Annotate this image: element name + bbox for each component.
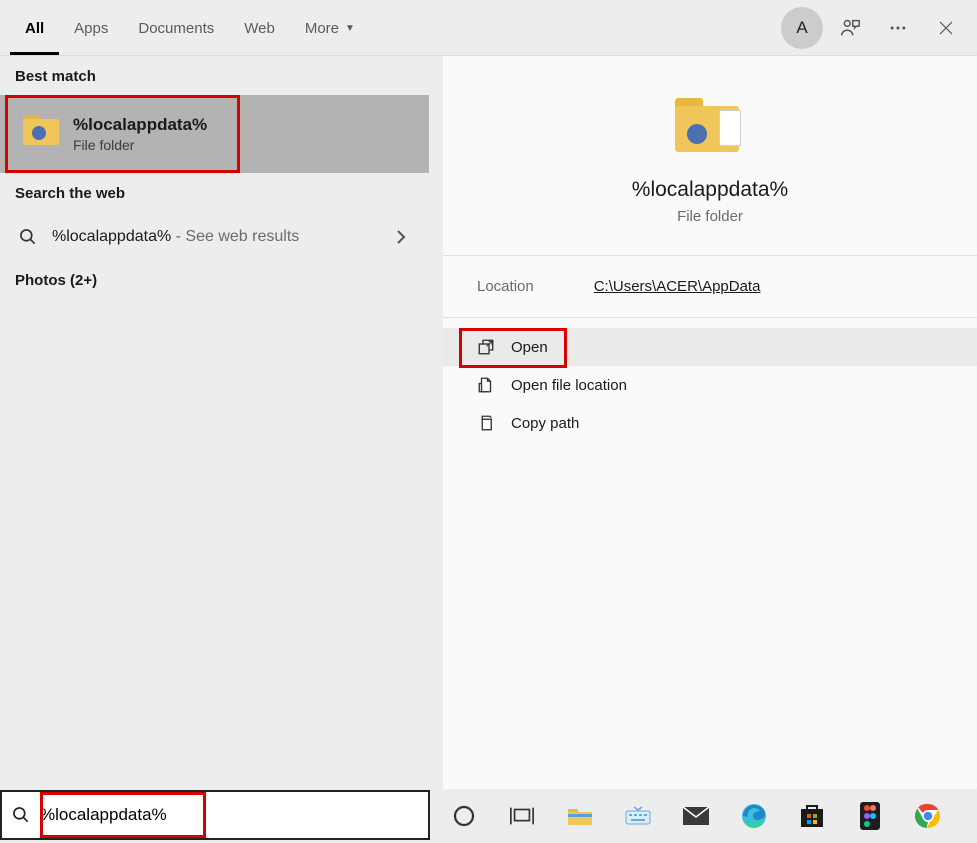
web-result-text: %localappdata% - See web results [52, 228, 299, 246]
folder-open-icon [477, 376, 495, 394]
taskbar [0, 789, 977, 843]
main: Best match %localappdata% File folder Se… [0, 56, 977, 789]
tabs: All Apps Documents Web More ▼ [10, 0, 370, 55]
location-label: Location [477, 278, 534, 295]
best-match-text: %localappdata% File folder [73, 115, 207, 153]
location-row: Location C:\Users\ACER\AppData [443, 256, 977, 318]
user-avatar[interactable]: A [781, 7, 823, 49]
feedback-icon[interactable] [829, 7, 871, 49]
action-copy-path[interactable]: Copy path [443, 404, 977, 442]
search-web-header: Search the web [0, 173, 429, 212]
chevron-right-icon [395, 229, 407, 245]
more-options-icon[interactable] [877, 7, 919, 49]
detail-subtitle: File folder [443, 208, 977, 256]
location-value[interactable]: C:\Users\ACER\AppData [594, 278, 761, 295]
photos-header[interactable]: Photos (2+) [0, 262, 429, 299]
edge-icon[interactable] [738, 800, 770, 832]
close-icon[interactable] [925, 7, 967, 49]
cortana-icon[interactable] [448, 800, 480, 832]
tabbar-right: A [781, 0, 967, 56]
results-pane: Best match %localappdata% File folder Se… [0, 56, 429, 789]
web-result-hint: - See web results [171, 228, 299, 245]
file-explorer-icon[interactable] [564, 800, 596, 832]
chrome-icon[interactable] [912, 800, 944, 832]
copy-icon [477, 414, 495, 432]
search-icon [18, 227, 38, 247]
taskbar-icons [430, 800, 977, 832]
search-box[interactable] [0, 790, 430, 840]
action-copy-path-label: Copy path [511, 415, 579, 432]
folder-icon [23, 115, 61, 153]
actions-list: Open Open file location Copy path [443, 318, 977, 442]
open-icon [477, 338, 495, 356]
tab-all[interactable]: All [10, 0, 59, 55]
action-open-label: Open [511, 339, 548, 356]
figma-icon[interactable] [854, 800, 886, 832]
mail-icon[interactable] [680, 800, 712, 832]
best-match-item[interactable]: %localappdata% File folder [5, 95, 240, 173]
folder-large-icon [675, 96, 745, 156]
best-match-subtitle: File folder [73, 137, 207, 153]
best-match-title: %localappdata% [73, 115, 207, 135]
tab-apps[interactable]: Apps [59, 0, 123, 55]
search-tabbar: All Apps Documents Web More ▼ A [0, 0, 977, 56]
tab-web[interactable]: Web [229, 0, 290, 55]
best-match-header: Best match [0, 56, 429, 95]
search-icon [2, 805, 40, 825]
search-input[interactable] [40, 805, 428, 825]
tab-more-label: More [305, 20, 339, 37]
tab-more[interactable]: More ▼ [290, 0, 370, 55]
task-view-icon[interactable] [506, 800, 538, 832]
details-pane: %localappdata% File folder Location C:\U… [443, 56, 977, 789]
keyboard-icon[interactable] [622, 800, 654, 832]
action-open-location[interactable]: Open file location [443, 366, 977, 404]
microsoft-store-icon[interactable] [796, 800, 828, 832]
tab-documents[interactable]: Documents [123, 0, 229, 55]
chevron-down-icon: ▼ [345, 23, 355, 34]
detail-title: %localappdata% [443, 178, 977, 202]
web-result-item[interactable]: %localappdata% - See web results [0, 212, 429, 262]
action-open-location-label: Open file location [511, 377, 627, 394]
web-result-term: %localappdata% [52, 228, 171, 245]
action-open[interactable]: Open [443, 328, 977, 366]
